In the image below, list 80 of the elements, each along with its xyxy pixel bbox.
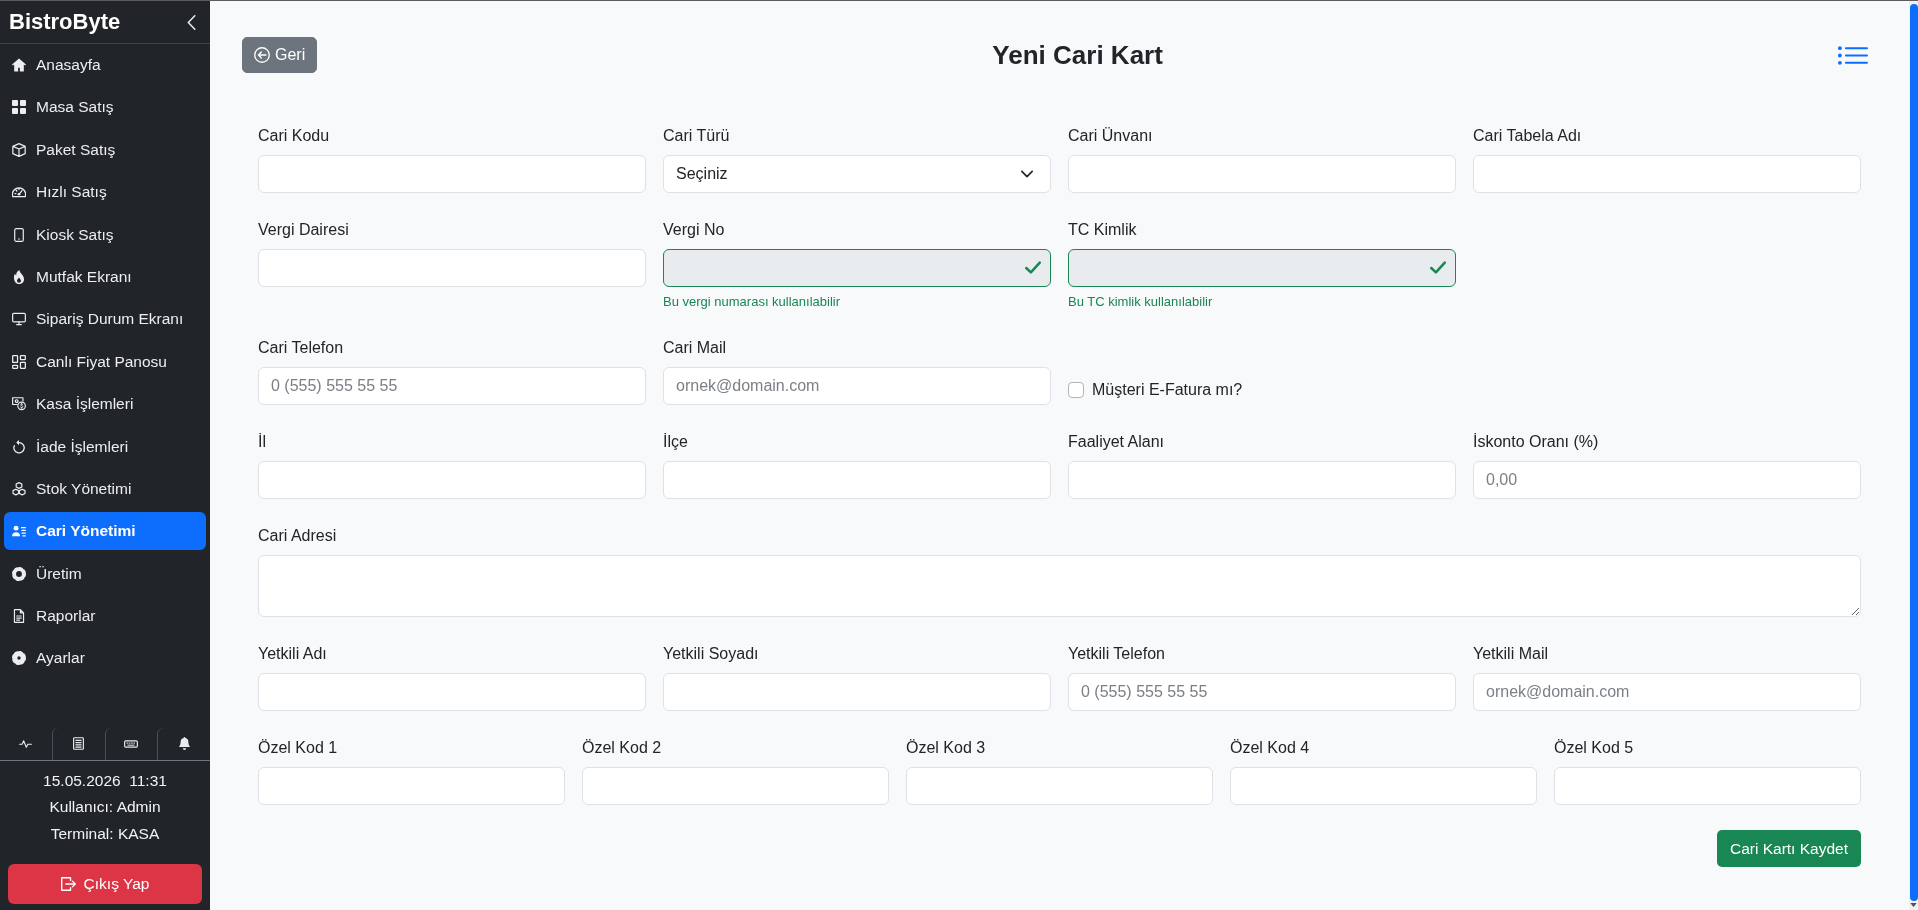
sidebar-item[interactable]: İade İşlemleri <box>4 427 206 466</box>
checkbox[interactable] <box>1068 382 1084 398</box>
validation-message: Bu vergi numarası kullanılabilir <box>663 293 842 311</box>
gear-icon <box>12 566 26 581</box>
check-icon <box>1430 261 1446 274</box>
field-label: Vergi Dairesi <box>258 220 350 240</box>
check-icon <box>1025 261 1041 274</box>
user-text: Kullanıcı: Admin <box>49 797 161 817</box>
logout-button[interactable]: Çıkış Yap <box>8 864 202 904</box>
counterclockwise-arrow-icon <box>12 439 26 454</box>
field-label: Cari Kodu <box>258 126 331 146</box>
field-label: İl <box>258 432 267 452</box>
scrollbar-thumb[interactable] <box>1909 4 1918 901</box>
person-lines-icon <box>12 524 26 539</box>
select-field[interactable]: Seçiniz <box>663 155 1051 193</box>
field-label: Yetkili Adı <box>258 644 328 664</box>
flame-icon <box>12 269 26 284</box>
sidebar-item[interactable]: Paket Satış <box>4 130 206 169</box>
field-label: İlçe <box>663 432 689 452</box>
sidebar-item[interactable]: Ayarlar <box>4 639 206 678</box>
sidebar-item[interactable]: Kiosk Satış <box>4 215 206 254</box>
circle-arrow-left-icon <box>254 47 270 63</box>
tiles-icon <box>12 354 26 369</box>
monitor-icon <box>12 312 26 327</box>
sidebar-item[interactable]: Üretim <box>4 554 206 593</box>
field-label: Özel Kod 4 <box>1230 738 1311 758</box>
field-label: Yetkili Soyadı <box>663 644 760 664</box>
tablet-icon <box>12 227 26 242</box>
sidebar-item[interactable]: Hızlı Satış <box>4 173 206 212</box>
field-label: Yetkili Mail <box>1473 644 1549 664</box>
speedometer-icon <box>12 185 26 200</box>
field-label: Özel Kod 3 <box>906 738 987 758</box>
field-label: Cari Telefon <box>258 338 345 358</box>
checkbox-label: Müşteri E-Fatura mı? <box>1092 380 1243 400</box>
textarea-field[interactable] <box>258 555 1861 617</box>
validation-message: Bu TC kimlik kullanılabilir <box>1068 293 1214 311</box>
field-label: Özel Kod 5 <box>1554 738 1635 758</box>
scroll-down-arrow-icon <box>1910 903 1917 907</box>
sidebar-item[interactable]: Anasayfa <box>4 46 206 84</box>
list-icon[interactable] <box>1838 45 1868 65</box>
field-label: İskonto Oranı (%) <box>1473 432 1600 452</box>
field-label: Vergi No <box>663 220 726 240</box>
field-label: Cari Ünvanı <box>1068 126 1154 146</box>
back-button[interactable]: Geri <box>242 37 318 73</box>
chevron-down-icon <box>1021 170 1033 178</box>
save-button[interactable]: Cari Kartı Kaydet <box>1716 830 1861 867</box>
page-title: Yeni Cari Kart <box>992 39 1163 71</box>
sidebar-item[interactable]: Raporlar <box>4 597 206 636</box>
field-label: Cari Mail <box>663 338 728 358</box>
pulse-icon <box>19 739 33 748</box>
field-label: Cari Türü <box>663 126 731 146</box>
sidebar-item[interactable]: Cari Yönetimi <box>4 512 206 551</box>
field-label: Cari Tabela Adı <box>1473 126 1583 146</box>
field-label: Yetkili Telefon <box>1068 644 1166 664</box>
gear-icon <box>12 651 26 666</box>
boxes-icon <box>12 481 26 496</box>
sidebar-item[interactable]: Masa Satış <box>4 88 206 127</box>
sidebar-item[interactable]: Kasa İşlemleri <box>4 385 206 424</box>
box-arrow-icon <box>60 877 76 891</box>
cash-coin-icon <box>12 397 26 412</box>
date-time-text: 15.05.2026 11:31 <box>43 770 167 791</box>
house-icon <box>12 58 26 72</box>
document-icon <box>12 609 26 624</box>
sidebar-item[interactable]: Stok Yönetimi <box>4 469 206 508</box>
field-label: Özel Kod 2 <box>582 738 663 758</box>
grid-icon <box>12 100 26 115</box>
keyboard-icon <box>124 739 139 748</box>
sidebar-item[interactable]: Canlı Fiyat Panosu <box>4 342 206 381</box>
terminal-text: Terminal: KASA <box>50 823 160 844</box>
sidebar-item[interactable]: Mutfak Ekranı <box>4 257 206 296</box>
field-label: Cari Adresi <box>258 526 338 546</box>
chevron-left-icon[interactable] <box>187 14 196 30</box>
field-label: Faaliyet Alanı <box>1068 432 1166 452</box>
field-label: Özel Kod 1 <box>258 738 339 758</box>
list-box-icon <box>73 737 85 750</box>
brand-name: BistroByte <box>9 9 121 35</box>
cube-icon <box>12 142 26 157</box>
sidebar-item[interactable]: Sipariş Durum Ekranı <box>4 300 206 339</box>
bell-icon <box>178 737 190 750</box>
field-label: TC Kimlik <box>1068 220 1138 240</box>
